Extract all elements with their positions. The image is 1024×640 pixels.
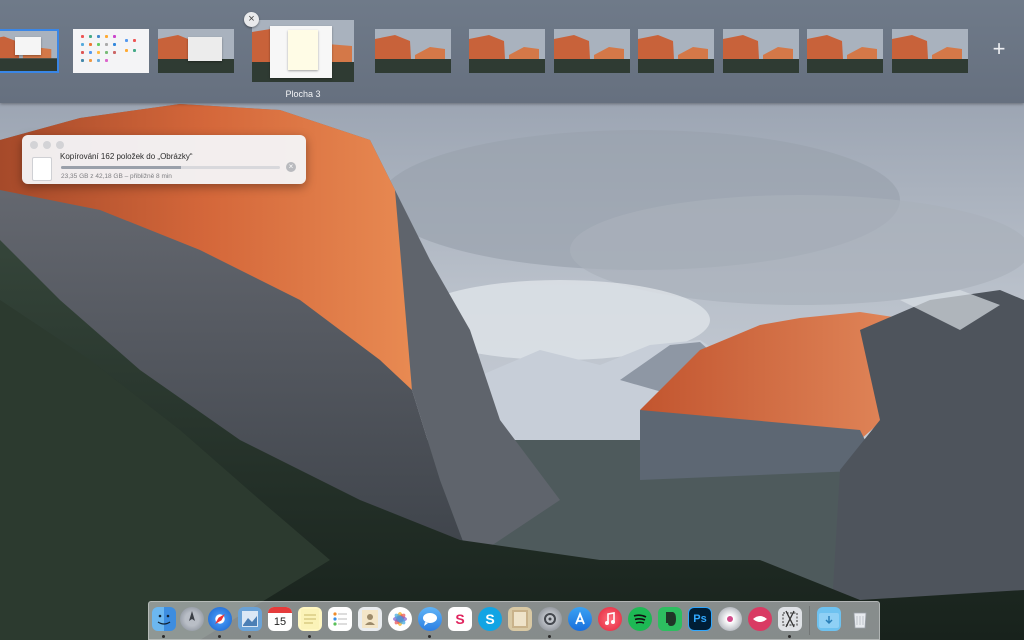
trash-icon[interactable] [848,607,872,631]
space-thumbnail-5[interactable] [375,29,451,73]
photoshop-letters: Ps [693,613,707,625]
app-store-icon[interactable] [568,607,592,631]
finder-running-indicator [162,635,165,638]
space-preview [723,29,799,73]
skype-icon[interactable]: S [478,607,502,631]
spotify-icon[interactable] [628,607,652,631]
notes-running-indicator [308,635,311,638]
space-preview [807,29,883,73]
space-thumbnail-10[interactable] [807,29,883,73]
space-thumbnail-1[interactable] [0,29,59,73]
space-preview [0,31,57,71]
copy-title: Kopírování 162 položek do „Obrázky“ [60,152,193,161]
close-space-button[interactable]: × [244,12,259,27]
safari-icon[interactable] [208,607,232,631]
messages-running-indicator [428,635,431,638]
space-preview [892,29,968,73]
messages-icon[interactable] [418,607,442,631]
preview-running-indicator [248,635,251,638]
space-thumbnail-2[interactable] [73,29,149,73]
system-preferences-icon[interactable] [538,607,562,631]
skype-letter: S [485,611,495,627]
add-space-button[interactable]: + [988,38,1010,60]
disk-utility-icon[interactable] [718,607,742,631]
space-thumbnail-7[interactable] [554,29,630,73]
reminders-icon[interactable] [328,607,352,631]
space-preview [252,20,354,82]
screenshot-utility-running-indicator [788,635,791,638]
document-icon [32,157,52,181]
photoshop-icon[interactable]: Ps [688,607,712,631]
copy-status-text: 23,35 GB z 42,18 GB – přibližně 8 min [61,173,172,180]
minimize-window-button[interactable] [43,141,51,149]
evernote-icon[interactable] [658,607,682,631]
stop-copy-button[interactable]: × [286,162,296,172]
copy-progress-bar [61,166,280,169]
zoom-window-button[interactable] [56,141,64,149]
lips-app-icon[interactable] [748,607,772,631]
space-preview [375,29,451,73]
space-preview [469,29,545,73]
finder-icon[interactable] [152,607,176,631]
slack-letter: S [455,611,465,627]
space-preview [638,29,714,73]
current-space-label: Plocha 3 [285,89,321,99]
space-thumbnail-9[interactable] [723,29,799,73]
preview-icon[interactable] [238,607,262,631]
space-thumbnail-current[interactable] [252,20,354,82]
calendar-day: 15 [273,615,287,628]
safari-running-indicator [218,635,221,638]
downloads-folder-icon[interactable] [817,607,841,631]
photos-icon[interactable] [388,607,412,631]
space-thumbnail-6[interactable] [469,29,545,73]
close-window-button[interactable] [30,141,38,149]
screenshot-utility-icon[interactable] [778,607,802,631]
notes-icon[interactable] [298,607,322,631]
dock-separator [809,606,810,635]
space-thumbnail-8[interactable] [638,29,714,73]
space-thumbnail-11[interactable] [892,29,968,73]
contacts-icon[interactable] [358,607,382,631]
calendar-icon[interactable]: 15 [268,607,292,631]
slack-icon[interactable]: S [448,607,472,631]
system-preferences-running-indicator [548,635,551,638]
space-preview [158,29,234,73]
space-preview [554,29,630,73]
itunes-icon[interactable] [598,607,622,631]
copy-progress-fill [61,166,182,169]
space-thumbnail-3[interactable] [158,29,234,73]
ibooks-icon[interactable] [508,607,532,631]
launchpad-icon[interactable] [180,607,204,631]
space-preview [73,29,149,73]
